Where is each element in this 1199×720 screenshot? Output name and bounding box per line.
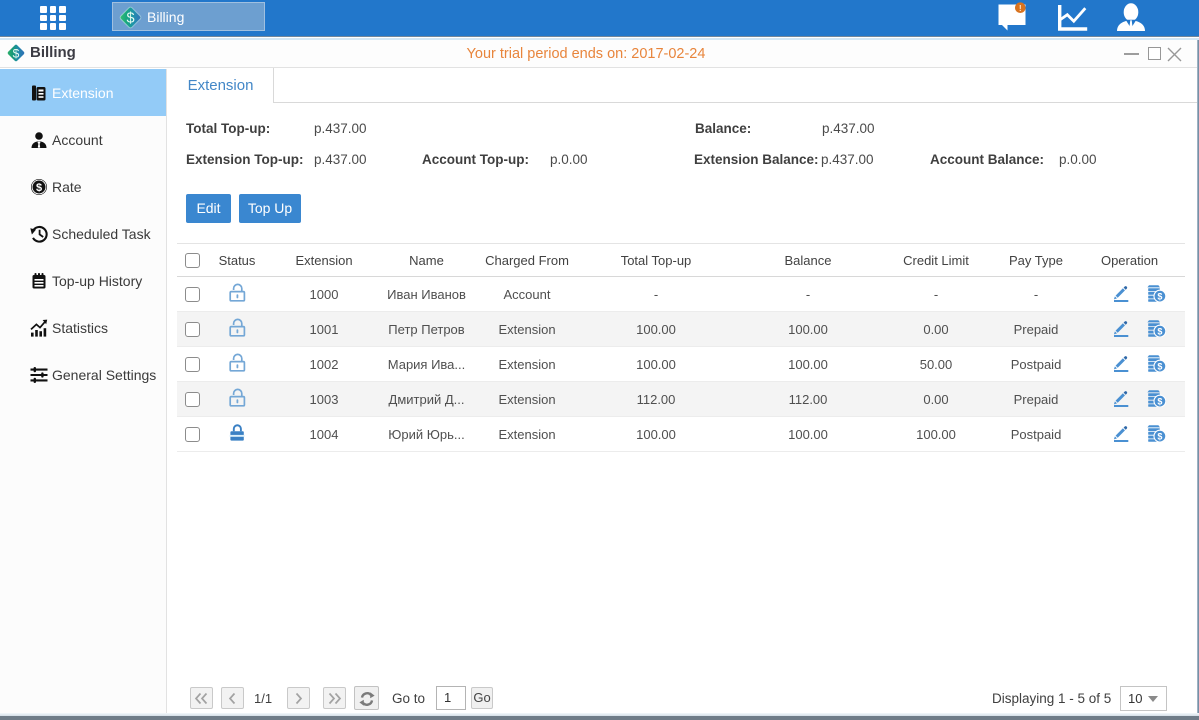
svg-text:$: $ [1157,326,1162,336]
svg-text:$: $ [1157,431,1162,441]
svg-text:$: $ [13,46,20,60]
svg-text:$: $ [1157,361,1162,371]
svg-text:!: ! [1019,3,1022,13]
svg-text:$: $ [1157,291,1162,301]
svg-text:$: $ [36,182,42,194]
svg-text:$: $ [1157,396,1162,406]
svg-text:$: $ [126,10,134,26]
